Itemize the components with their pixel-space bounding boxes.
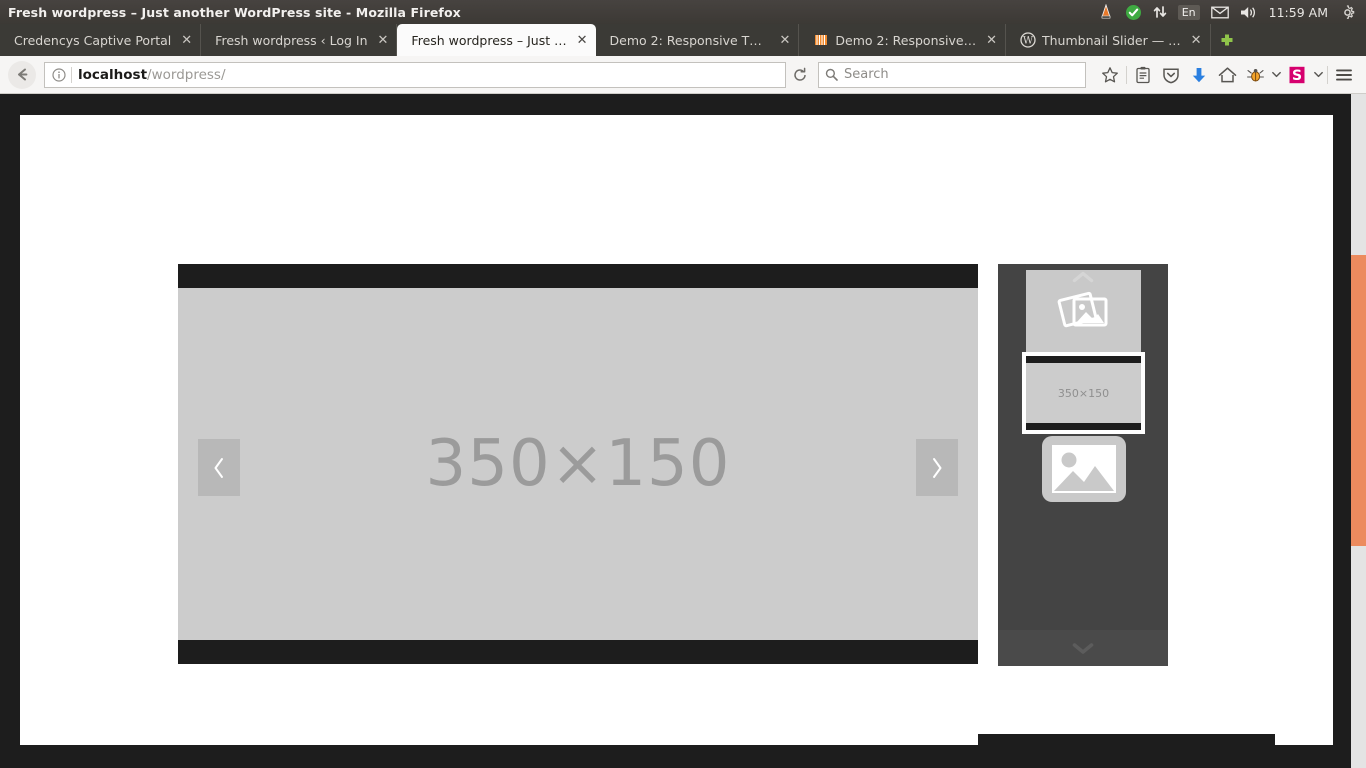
arrow-left-icon bbox=[17, 68, 27, 81]
slider-thumbnail-rail: 350×150 bbox=[998, 264, 1168, 666]
tab-title: Thumbnail Slider — … bbox=[1041, 32, 1181, 48]
single-photo-icon bbox=[1042, 436, 1126, 502]
chevron-right-icon bbox=[933, 457, 942, 478]
browser-viewport: 350×150 350×150 bbox=[0, 94, 1366, 768]
browser-tab-4[interactable]: Demo 2: Responsive Th… ✕ bbox=[596, 24, 800, 56]
system-clock[interactable]: 11:59 AM bbox=[1269, 0, 1328, 24]
browser-tab-1[interactable]: Credencys Captive Portal ✕ bbox=[0, 24, 202, 56]
new-tab-button[interactable] bbox=[1211, 24, 1243, 56]
svg-text:S: S bbox=[1292, 68, 1302, 84]
hamburger-menu-icon[interactable] bbox=[1330, 61, 1358, 89]
tab-title: Fresh wordpress ‹ Log In bbox=[215, 32, 368, 48]
search-icon bbox=[825, 68, 838, 81]
site-identity-info-icon[interactable] bbox=[49, 67, 69, 82]
vlc-cone-icon[interactable] bbox=[1098, 0, 1114, 24]
check-shield-icon[interactable] bbox=[1125, 0, 1142, 24]
thumbnail-3[interactable] bbox=[1040, 434, 1128, 504]
reload-button[interactable] bbox=[786, 62, 814, 88]
reader-list-icon[interactable] bbox=[1129, 61, 1157, 89]
tab-strip: Credencys Captive Portal ✕ Fresh wordpre… bbox=[0, 24, 1366, 56]
reload-icon bbox=[794, 67, 806, 81]
selenium-icon[interactable]: S bbox=[1283, 61, 1311, 89]
tab-close-icon[interactable]: ✕ bbox=[378, 34, 389, 47]
home-icon[interactable] bbox=[1213, 61, 1241, 89]
thumbnail-2-body: 350×150 bbox=[1026, 356, 1141, 430]
url-bar[interactable]: localhost/wordpress/ bbox=[44, 61, 786, 88]
bookmark-star-icon[interactable] bbox=[1096, 61, 1124, 89]
tab-close-icon[interactable]: ✕ bbox=[577, 34, 588, 47]
plus-icon bbox=[1221, 34, 1233, 46]
svg-text:W: W bbox=[1023, 36, 1034, 47]
slider-main-slide[interactable]: 350×150 bbox=[178, 288, 978, 640]
page-footer-strip bbox=[978, 734, 1275, 746]
thumbnail-2-image: 350×150 bbox=[1026, 363, 1141, 423]
browser-tab-2[interactable]: Fresh wordpress ‹ Log In ✕ bbox=[201, 24, 398, 56]
page-bottom-frame bbox=[0, 745, 1350, 768]
toolbar-separator bbox=[1126, 65, 1127, 84]
chevron-up-icon bbox=[1072, 271, 1094, 283]
gear-icon[interactable] bbox=[1339, 0, 1356, 24]
tab-close-icon[interactable]: ✕ bbox=[181, 34, 192, 47]
network-updown-icon[interactable] bbox=[1153, 0, 1167, 24]
thumbnail-2-label: 350×150 bbox=[1057, 386, 1110, 400]
tab-title: Credencys Captive Portal bbox=[14, 32, 172, 48]
orange-grid-favicon-icon bbox=[813, 32, 829, 48]
pocket-shield-icon[interactable] bbox=[1157, 61, 1185, 89]
window-titlebar: Fresh wordpress – Just another WordPress… bbox=[0, 0, 1366, 24]
page-scrollbar[interactable] bbox=[1351, 94, 1366, 768]
system-tray: En 11:59 AM bbox=[1098, 0, 1362, 24]
wordpress-favicon-icon: W bbox=[1020, 32, 1036, 48]
stacked-photos-icon bbox=[1057, 291, 1107, 328]
responsive-thumbnail-slider: 350×150 350×150 bbox=[178, 264, 1168, 666]
tab-close-icon[interactable]: ✕ bbox=[1191, 34, 1202, 47]
toolbar-separator-2 bbox=[1327, 65, 1328, 84]
keyboard-layout-indicator[interactable]: En bbox=[1177, 0, 1200, 24]
search-placeholder: Search bbox=[844, 67, 889, 82]
url-host: localhost bbox=[78, 66, 148, 83]
url-text: localhost/wordpress/ bbox=[78, 67, 226, 83]
rail-scroll-down-button[interactable] bbox=[998, 630, 1168, 666]
downloads-arrow-icon[interactable] bbox=[1185, 61, 1213, 89]
url-path: /wordpress/ bbox=[147, 66, 226, 83]
firebug-dropdown-chevron-down-icon[interactable] bbox=[1269, 61, 1283, 89]
selenium-dropdown-chevron-down-icon[interactable] bbox=[1311, 61, 1325, 89]
tab-title: Demo 2: Responsive… bbox=[835, 32, 977, 48]
search-bar[interactable]: Search bbox=[818, 61, 1086, 88]
window-title: Fresh wordpress – Just another WordPress… bbox=[8, 4, 461, 20]
browser-tab-6[interactable]: W Thumbnail Slider — … ✕ bbox=[1006, 24, 1211, 56]
browser-tab-5[interactable]: Demo 2: Responsive… ✕ bbox=[799, 24, 1006, 56]
slider-prev-button[interactable] bbox=[198, 439, 240, 496]
firebug-icon[interactable] bbox=[1241, 61, 1269, 89]
slide-placeholder-label: 350×150 bbox=[425, 427, 731, 501]
tab-close-icon[interactable]: ✕ bbox=[780, 34, 791, 47]
chevron-down-icon bbox=[1072, 643, 1094, 654]
url-separator bbox=[71, 66, 72, 83]
navigation-toolbar: localhost/wordpress/ Search S bbox=[0, 56, 1366, 94]
web-page-content: 350×150 350×150 bbox=[20, 115, 1333, 745]
tab-title: Demo 2: Responsive Th… bbox=[609, 32, 770, 48]
slider-stage[interactable]: 350×150 bbox=[178, 264, 978, 664]
back-button[interactable] bbox=[8, 60, 36, 89]
volume-speaker-icon[interactable] bbox=[1240, 0, 1258, 24]
mail-envelope-icon[interactable] bbox=[1210, 0, 1229, 24]
rail-scroll-up-button[interactable] bbox=[998, 264, 1168, 290]
toolbar-buttons: S bbox=[1096, 61, 1358, 89]
browser-tab-3-active[interactable]: Fresh wordpress – Just … ✕ bbox=[397, 24, 596, 56]
tab-title: Fresh wordpress – Just … bbox=[411, 32, 567, 48]
slider-next-button[interactable] bbox=[916, 439, 958, 496]
chevron-left-icon bbox=[214, 457, 223, 478]
tab-close-icon[interactable]: ✕ bbox=[986, 34, 997, 47]
thumbnail-2[interactable]: 350×150 bbox=[1022, 352, 1145, 434]
page-scrollbar-thumb[interactable] bbox=[1351, 255, 1366, 546]
